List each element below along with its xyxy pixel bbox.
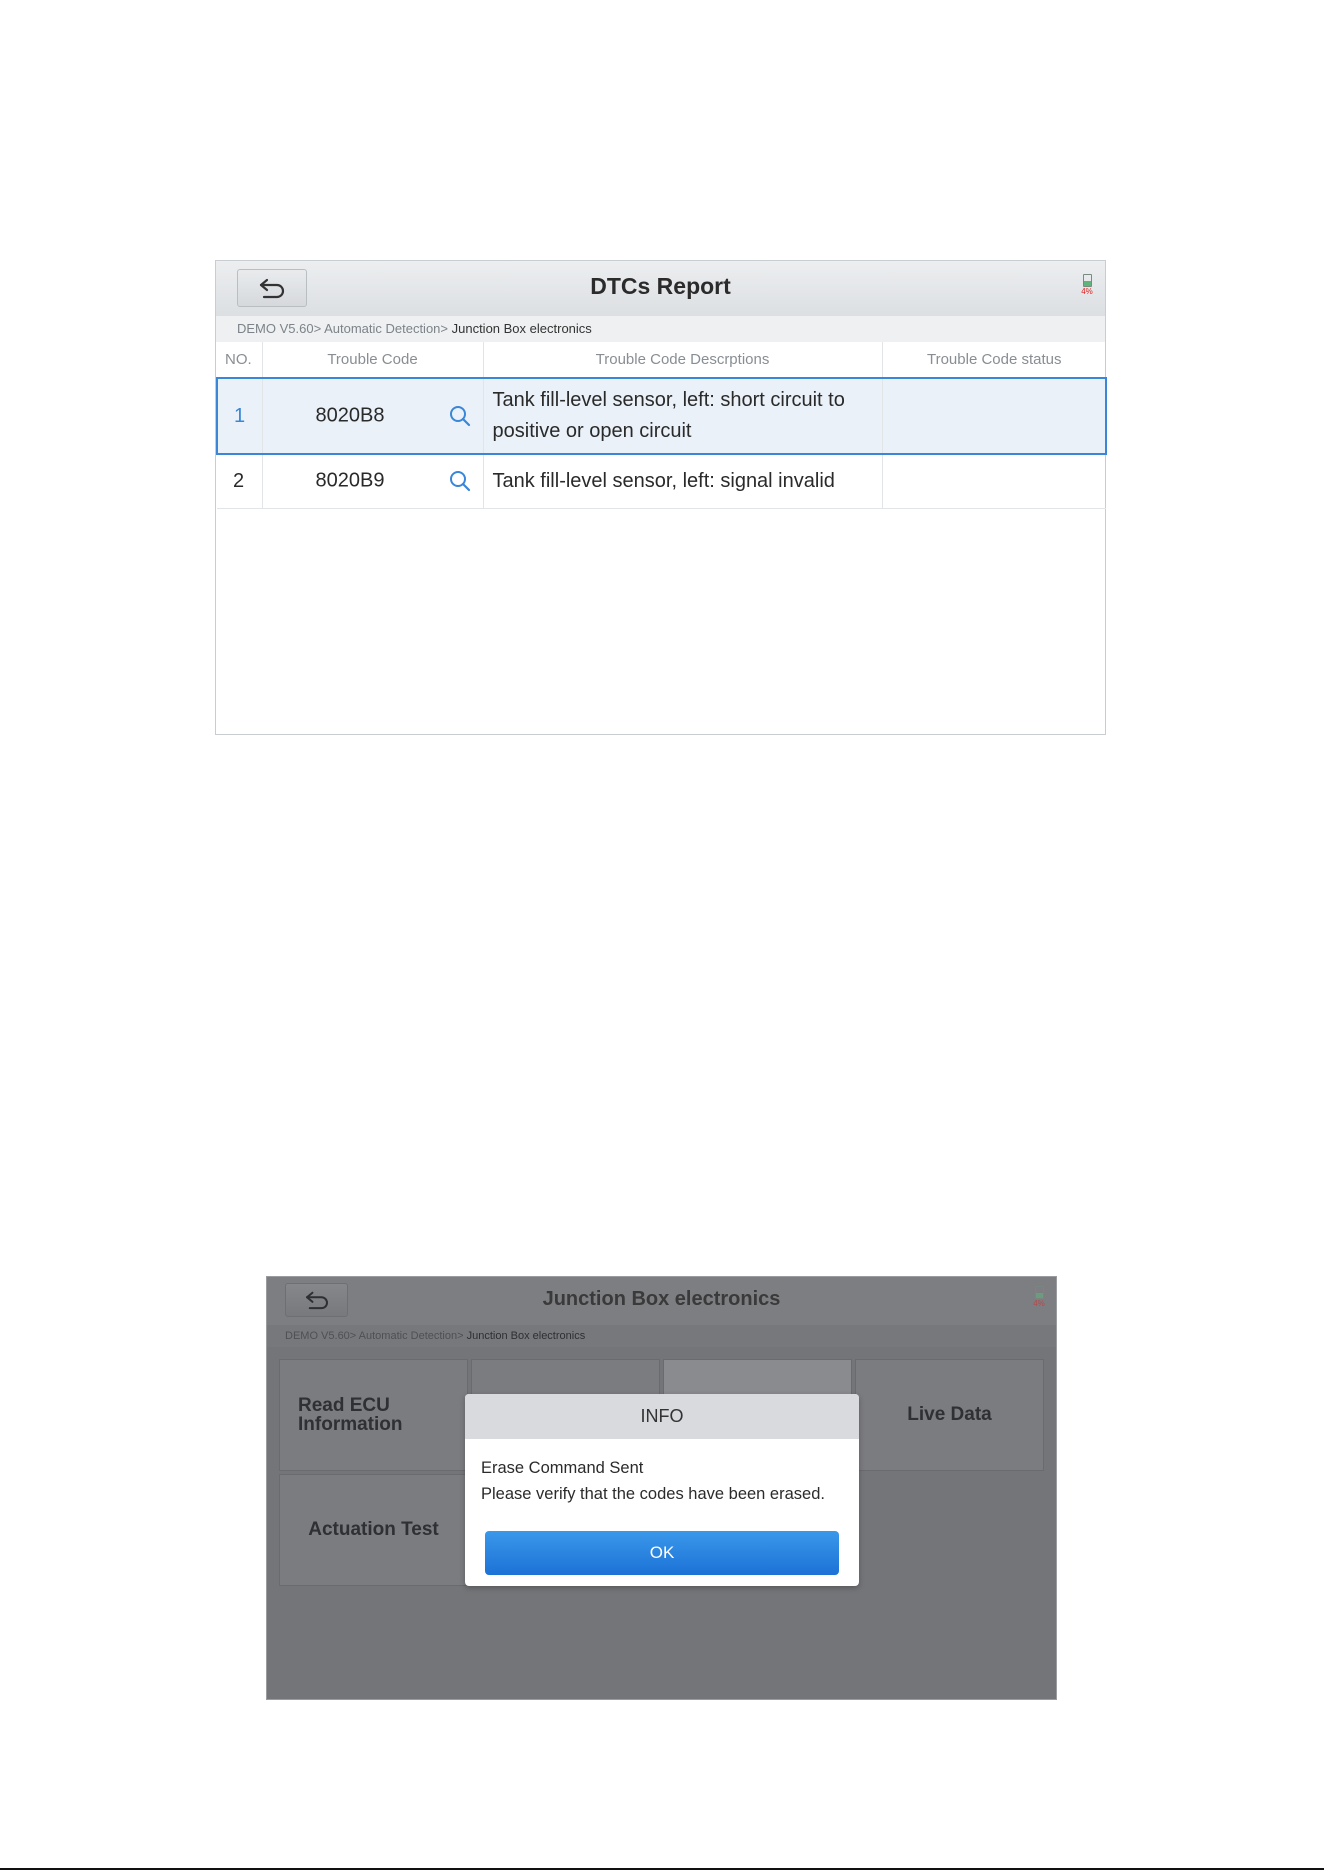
battery-indicator: 4%	[1079, 274, 1095, 296]
title-bar: DTCs Report 4%	[216, 261, 1105, 317]
tile-label: Read ECU Information	[298, 1395, 403, 1435]
info-dialog: INFO Erase Command Sent Please verify th…	[465, 1394, 859, 1586]
breadcrumb: DEMO V5.60> Automatic Detection> Junctio…	[267, 1325, 1056, 1347]
table-row[interactable]: 2 8020B9 Tank fill-level sensor, left: s…	[217, 454, 1106, 509]
breadcrumb-path: DEMO V5.60> Automatic Detection>	[285, 1330, 467, 1342]
table-row[interactable]: 1 8020B8 Tank fill-level sensor, left: s…	[216, 377, 1107, 455]
trouble-status	[882, 377, 1107, 455]
live-data-tile[interactable]: Live Data	[855, 1359, 1044, 1471]
breadcrumb: DEMO V5.60> Automatic Detection> Junctio…	[216, 316, 1105, 342]
dialog-message: Erase Command Sent Please verify that th…	[465, 1439, 859, 1507]
page-footer-rule	[0, 1868, 1324, 1870]
trouble-code: 8020B8	[315, 404, 385, 427]
column-header-trouble-code: Trouble Code	[262, 342, 484, 379]
trouble-code-cell: 8020B8	[262, 377, 484, 455]
breadcrumb-current: Junction Box electronics	[451, 321, 592, 336]
battery-indicator: 4%	[1031, 1286, 1047, 1308]
battery-icon	[1034, 1286, 1044, 1299]
title-bar: Junction Box electronics 4%	[267, 1277, 1056, 1326]
breadcrumb-path: DEMO V5.60> Automatic Detection>	[237, 321, 452, 336]
trouble-code-cell: 8020B9	[262, 454, 484, 509]
trouble-code: 8020B9	[315, 469, 385, 492]
column-header-description: Trouble Code Descrptions	[483, 342, 883, 379]
dialog-message-line: Erase Command Sent	[481, 1459, 644, 1477]
battery-percent: 4%	[1081, 287, 1093, 296]
battery-percent: 4%	[1033, 1299, 1045, 1308]
junction-box-screenshot: Junction Box electronics 4% DEMO V5.60> …	[266, 1276, 1057, 1700]
dtc-table: NO. Trouble Code Trouble Code Descrption…	[216, 342, 1107, 509]
search-icon[interactable]	[448, 404, 472, 428]
table-header-row: NO. Trouble Code Trouble Code Descrption…	[217, 342, 1106, 379]
column-header-no: NO.	[217, 342, 263, 379]
document-page: { "dtc_screen": { "title": "DTCs Report"…	[0, 0, 1324, 1872]
tile-label: Live Data	[907, 1404, 992, 1425]
trouble-status	[882, 454, 1106, 509]
tile-label: Actuation Test	[308, 1519, 439, 1540]
row-number: 1	[216, 377, 263, 455]
search-icon[interactable]	[448, 469, 472, 493]
breadcrumb-current: Junction Box electronics	[466, 1330, 586, 1342]
dtc-report-screenshot: DTCs Report 4% DEMO V5.60> Automatic Det…	[215, 260, 1107, 735]
row-number: 2	[217, 454, 263, 509]
actuation-test-tile[interactable]: Actuation Test	[279, 1474, 468, 1586]
page-title: Junction Box electronics	[542, 1288, 781, 1310]
dialog-title: INFO	[465, 1394, 859, 1439]
column-header-status: Trouble Code status	[882, 342, 1106, 379]
dialog-message-line: Please verify that the codes have been e…	[481, 1485, 825, 1503]
trouble-description: Tank fill-level sensor, left: signal inv…	[483, 454, 883, 509]
page-title: DTCs Report	[590, 273, 731, 299]
battery-icon	[1082, 274, 1092, 287]
read-ecu-info-tile[interactable]: Read ECU Information	[279, 1359, 468, 1471]
ok-button[interactable]: OK	[485, 1531, 839, 1575]
trouble-description: Tank fill-level sensor, left: short circ…	[483, 377, 883, 455]
